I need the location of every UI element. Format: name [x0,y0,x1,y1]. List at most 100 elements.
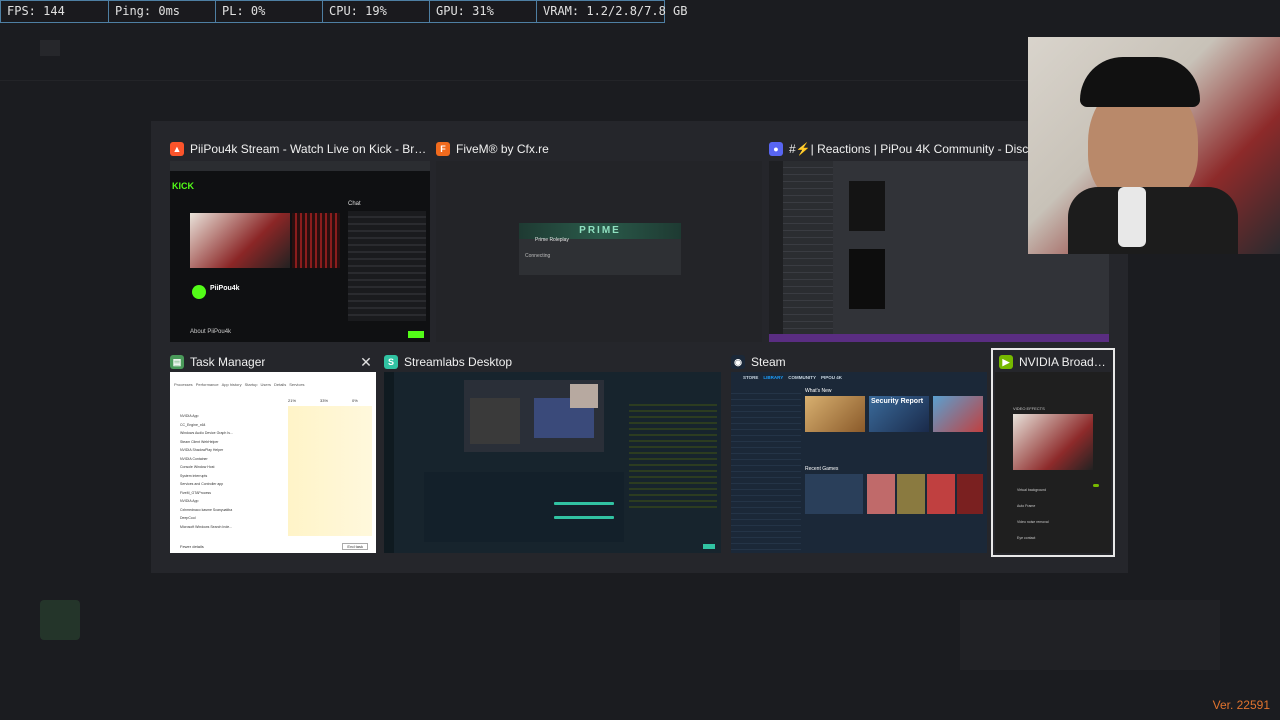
chat-send-button [408,331,424,338]
steam-nav: STORE LIBRARY COMMUNITY PIPOU 4K [731,372,987,383]
stream-video-side [292,213,340,268]
audio-meter [554,516,614,519]
recent-game-card [957,474,983,514]
brave-icon: ▲ [170,142,184,156]
version-label: Ver. 22591 [1212,698,1270,712]
window-title: PiiPou4k Stream - Watch Live on Kick - B… [190,142,430,156]
window-title: NVIDIA Broadcast [1019,355,1111,369]
chat-label: Chat [348,201,361,207]
process-row[interactable]: Cxhmednaco kasme Scanyuatiba [180,506,233,515]
usage-columns [288,406,372,536]
channel-list [783,161,833,342]
nvidia-icon: ▶ [999,355,1013,369]
window-thumbnail [384,372,721,553]
process-row[interactable]: System interrupts [180,472,233,481]
close-icon[interactable]: ✕ [358,354,374,370]
preview-webcam [570,384,598,408]
vram-stat: VRAM: 1.2/2.8/7.8 GB [537,0,688,23]
effect-virtual-background[interactable]: Virtual background [1017,482,1049,498]
process-row[interactable]: Services and Controller app [180,480,233,489]
tab-startup[interactable]: Startup [245,382,258,387]
discord-footer [769,334,1109,342]
window-tile-task-manager[interactable]: ▤ Task Manager ✕ Processes Performance A… [170,352,376,553]
process-row[interactable]: NVIDIA Container [180,455,233,464]
window-tile-header: ◉ Steam [731,352,987,372]
fewer-details-link[interactable]: Fewer details [180,544,204,549]
message-image [849,249,885,309]
window-tile-streamlabs[interactable]: S Streamlabs Desktop [384,352,721,553]
performance-overlay: FPS: 144 Ping: 0ms PL: 0% CPU: 19% GPU: … [0,0,688,23]
background-panel [960,600,1220,670]
browser-tabbar [170,161,430,171]
streamlabs-icon: S [384,355,398,369]
tab-performance[interactable]: Performance [196,382,219,387]
process-row[interactable]: NVIDIA App [180,412,233,421]
recent-game-card [805,474,863,514]
window-thumbnail: KICK Chat PiiPou4k About PiiPou4k [170,161,430,342]
nav-library[interactable]: LIBRARY [763,375,783,380]
window-thumbnail: VIDEO EFFECTS Virtual background Auto Fr… [995,372,1111,553]
tab-details[interactable]: Details [274,382,286,387]
process-row[interactable]: NVIDIA App [180,497,233,506]
cpu-column[interactable]: 21% [288,398,296,403]
streamer-avatar [192,285,206,299]
nav-store[interactable]: STORE [743,375,758,380]
window-tile-header: ▲ PiiPou4k Stream - Watch Live on Kick -… [170,139,430,159]
server-name: Prime Roleplay [535,237,569,243]
nav-community[interactable]: COMMUNITY [788,375,816,380]
process-row[interactable]: Steam Client WebHelper [180,438,233,447]
window-thumbnail: STORE LIBRARY COMMUNITY PIPOU 4K What's … [731,372,987,553]
process-row[interactable]: DeepCool [180,514,233,523]
streamer-name: PiiPou4k [210,285,240,292]
window-title: Steam [751,355,786,369]
window-title: FiveM® by Cfx.re [456,142,549,156]
server-list [769,161,783,342]
process-row[interactable]: Microsoft Windows Search Inde... [180,523,233,532]
window-tile-nvidia-broadcast[interactable]: ▶ NVIDIA Broadcast VIDEO EFFECTS Virtual… [991,348,1115,557]
background-app-icon [40,40,60,56]
news-card [805,396,865,432]
process-row[interactable]: Console Window Host [180,463,233,472]
tab-users[interactable]: Users [261,382,271,387]
window-tile-brave[interactable]: ▲ PiiPou4k Stream - Watch Live on Kick -… [170,139,430,342]
fivem-icon: F [436,142,450,156]
streamlabs-sidebar [384,372,394,553]
recent-game-card [897,474,925,514]
connecting-dialog: PRIME Prime Roleplay Connecting [519,223,681,275]
process-row[interactable]: Windows Audio Device Graph Is... [180,429,233,438]
window-tile-header: S Streamlabs Desktop [384,352,721,372]
microphone [1118,187,1146,247]
streamer-shirt [1068,187,1238,254]
effect-eye-contact[interactable]: Eye contact [1017,530,1049,546]
gpu-stat: GPU: 31% [430,0,537,23]
nav-profile[interactable]: PIPOU 4K [821,375,842,380]
game-list [731,388,801,553]
window-tile-fivem[interactable]: F FiveM® by Cfx.re PRIME Prime Roleplay … [436,139,762,342]
process-row[interactable]: FiveM_GTAProcess [180,489,233,498]
mixer-panel [424,472,624,542]
process-list: NVIDIA App CC_Engine_x64 Windows Audio D… [180,412,233,531]
news-card [933,396,983,432]
end-task-button[interactable]: End task [342,543,368,550]
effect-video-noise-removal[interactable]: Video noise removal [1017,514,1049,530]
process-row[interactable]: CC_Engine_x64 [180,421,233,430]
process-row[interactable]: NVIDIA ShadowPlay Helper [180,446,233,455]
steam-icon: ◉ [731,355,745,369]
window-title: #⚡| Reactions | PiPou 4K Community - Dis… [789,142,1046,156]
tab-app-history[interactable]: App history [222,382,242,387]
disk-column[interactable]: 0% [352,398,358,403]
memory-column[interactable]: 33% [320,398,328,403]
window-tile-header: ▶ NVIDIA Broadcast [995,352,1111,372]
effect-toggle[interactable] [1093,484,1099,487]
tab-services[interactable]: Services [289,382,304,387]
message-image [849,181,885,231]
tab-processes[interactable]: Processes [174,382,193,387]
kick-logo: KICK [172,181,194,191]
column-headers: 21% 33% 0% 3% [288,398,376,403]
background-app-tile [40,600,80,640]
window-tile-header: ▤ Task Manager [170,352,376,372]
window-tile-steam[interactable]: ◉ Steam STORE LIBRARY COMMUNITY PIPOU 4K… [731,352,987,553]
window-thumbnail: PRIME Prime Roleplay Connecting [436,161,762,342]
stream-preview [464,380,604,452]
effect-auto-frame[interactable]: Auto Frame [1017,498,1049,514]
